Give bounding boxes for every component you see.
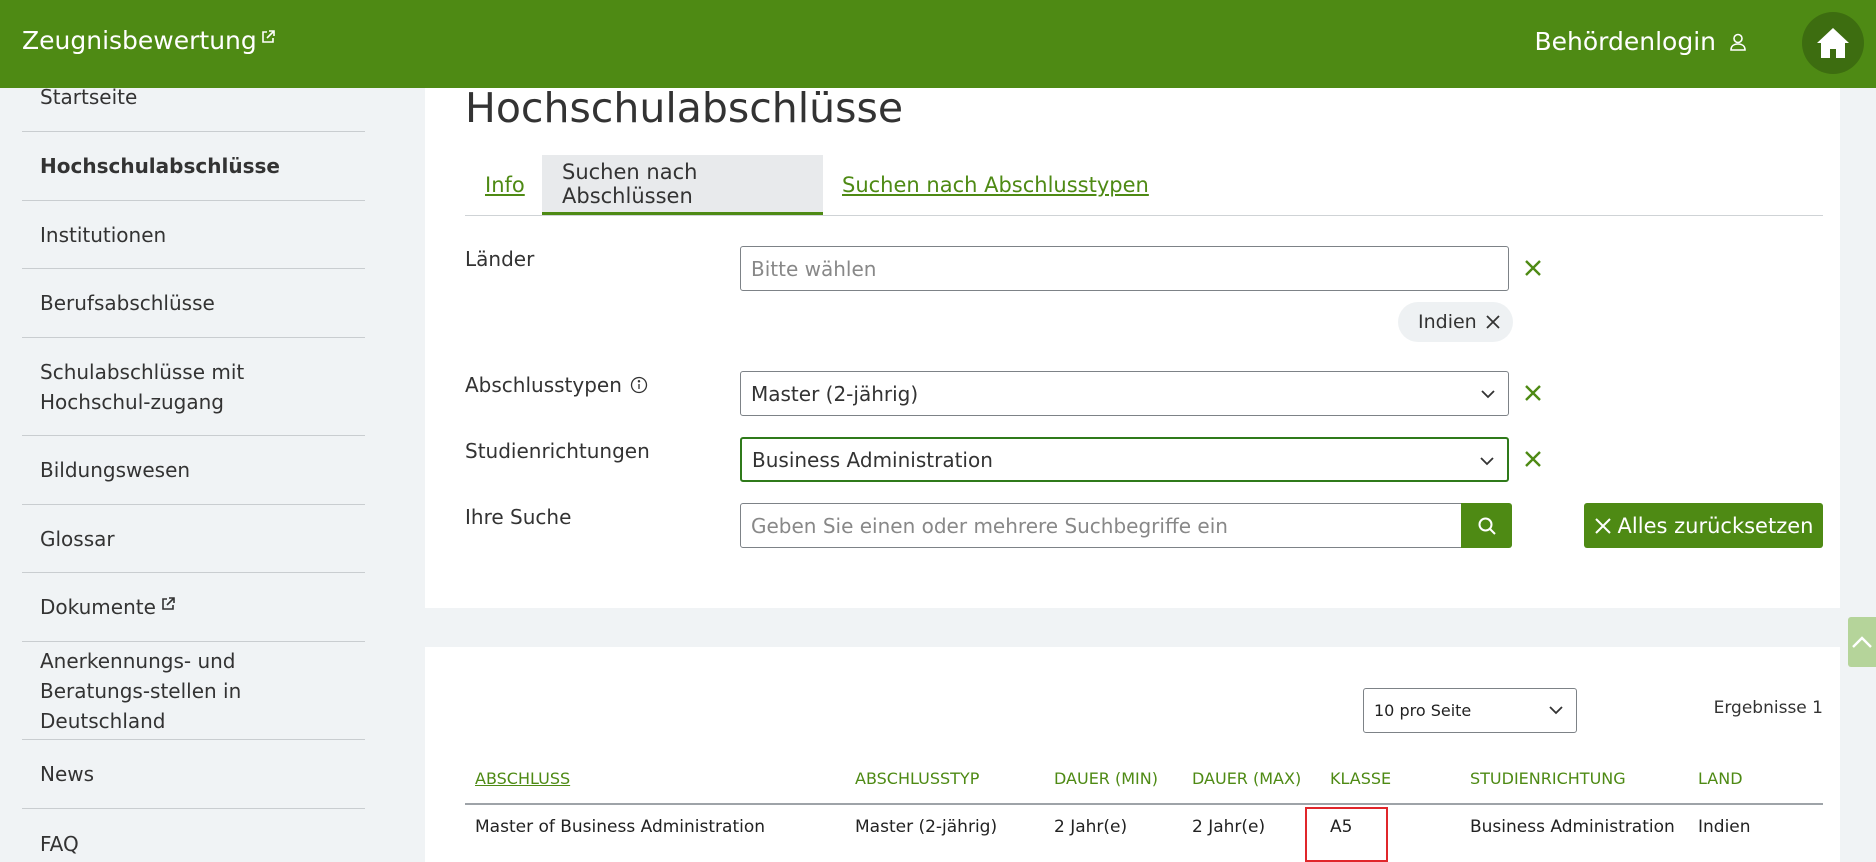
scroll-to-top-button[interactable] [1848,617,1876,667]
degree-types-label: Abschlusstypen [465,373,648,397]
sidebar-item-startseite[interactable]: Startseite [22,88,365,132]
reset-all-label: Alles zurücksetzen [1617,513,1814,538]
chevron-up-icon [1852,636,1872,648]
clear-countries-icon[interactable] [1522,257,1544,279]
home-icon [1817,28,1849,58]
tab-search-degrees[interactable]: Suchen nach Abschlüssen [542,155,823,215]
search-input[interactable]: Geben Sie einen oder mehrere Suchbegriff… [740,503,1463,548]
chevron-down-icon [1480,457,1494,466]
cell-abschluss[interactable]: Master of Business Administration [475,817,765,837]
clear-field-of-study-icon[interactable] [1522,448,1544,470]
user-icon [1730,33,1746,51]
tab-bar: Info Suchen nach Abschlüssen Suchen nach… [465,155,1823,216]
sidebar-list: Startseite Hochschulabschlüsse Instituti… [22,88,365,862]
countries-label: Länder [465,247,534,271]
external-link-icon [261,30,275,43]
sidebar-item-label: Startseite [40,88,138,109]
sidebar-nav: Startseite Hochschulabschlüsse Instituti… [0,88,385,862]
sidebar-item-label: Glossar [40,526,115,551]
sidebar-item-anerkennungsstellen[interactable]: Anerkennungs- und Beratungs-stellen in D… [22,642,365,740]
per-page-select[interactable]: 10 pro Seite [1363,688,1577,733]
chevron-down-icon [1481,390,1495,399]
clear-degree-type-icon[interactable] [1522,382,1544,404]
sidebar-item-label: Bildungswesen [40,458,191,482]
column-header-land: Land [1698,769,1743,788]
klasse-highlight-box [1305,807,1388,862]
degree-type-value: Master (2-jährig) [751,381,919,406]
sidebar-item-bildungswesen[interactable]: Bildungswesen [22,436,365,505]
cell-studienrichtung: Business Administration [1470,817,1675,837]
sidebar-item-institutionen[interactable]: Institutionen [22,201,365,269]
cell-dauer-max: 2 Jahr(e) [1192,817,1266,837]
tab-info[interactable]: Info [485,155,525,215]
fields-of-study-label: Studienrichtungen [465,439,650,463]
reset-all-button[interactable]: Alles zurücksetzen [1584,503,1823,548]
countries-label-text: Länder [465,247,535,271]
cell-dauer-min: 2 Jahr(e) [1054,817,1128,837]
login-label: Behördenlogin [1534,27,1716,56]
degree-type-select[interactable]: Master (2-jährig) [740,371,1509,416]
search-placeholder: Geben Sie einen oder mehrere Suchbegriff… [751,513,1228,538]
search-label: Ihre Suche [465,505,571,529]
sidebar-item-schulabschluesse[interactable]: Schulabschlüsse mit Hochschul-zugang [22,338,365,436]
top-bar: Zeugnisbewertung Behördenlogin [0,0,1876,88]
page-title: Hochschulabschlüsse [465,84,904,132]
results-count: Ergebnisse 1 [1713,698,1823,718]
sidebar-item-berufsabschluesse[interactable]: Berufsabschlüsse [22,269,365,338]
column-header-studienrichtung: Studienrichtung [1470,769,1626,788]
degree-types-label-text: Abschlusstypen [465,373,622,397]
sidebar-item-label: FAQ [40,831,79,856]
column-header-dauer-max: Dauer (max) [1192,769,1302,788]
country-chip: Indien [1398,302,1513,342]
country-chip-label: Indien [1418,311,1477,333]
external-link-icon [162,597,175,610]
per-page-value: 10 pro Seite [1374,701,1472,720]
remove-chip-icon[interactable] [1485,314,1501,330]
sidebar-item-glossar[interactable]: Glossar [22,505,365,573]
authority-login-link[interactable]: Behördenlogin [1534,27,1748,56]
column-header-dauer-min: Dauer (min) [1054,769,1158,788]
brand-label: Zeugnisbewertung [22,26,257,55]
sidebar-item-faq[interactable]: FAQ [22,809,365,862]
table-header-divider [465,803,1823,805]
search-label-text: Ihre Suche [465,505,572,529]
search-button[interactable] [1461,503,1512,548]
home-button[interactable] [1802,12,1864,74]
brand-link[interactable]: Zeugnisbewertung [22,26,275,55]
chevron-down-icon [1549,706,1563,715]
sidebar-item-dokumente[interactable]: Dokumente [22,573,365,642]
search-icon [1478,517,1496,535]
info-icon[interactable] [630,376,648,394]
column-header-abschluss[interactable]: Abschluss [475,769,570,788]
field-of-study-value: Business Administration [752,447,993,472]
column-header-abschlusstyp: Abschlusstyp [855,769,980,788]
sidebar-item-label: Dokumente [40,595,156,619]
countries-placeholder: Bitte wählen [751,256,877,281]
tab-search-degree-types[interactable]: Suchen nach Abschlusstypen [842,155,1149,215]
countries-select[interactable]: Bitte wählen [740,246,1509,291]
sidebar-item-label: News [40,762,95,786]
sidebar-item-label: Anerkennungs- und Beratungs-stellen in D… [40,648,242,733]
sidebar-item-hochschulabschluesse[interactable]: Hochschulabschlüsse [22,132,365,201]
sidebar-item-news[interactable]: News [22,740,365,809]
sidebar-item-label: Hochschulabschlüsse [40,154,280,178]
column-header-klasse: Klasse [1330,769,1392,788]
field-of-study-select[interactable]: Business Administration [740,437,1509,482]
fields-of-study-label-text: Studienrichtungen [465,439,650,463]
close-icon [1594,517,1611,534]
cell-land: Indien [1698,817,1751,837]
cell-abschlusstyp: Master (2-jährig) [855,817,998,837]
sidebar-item-label: Schulabschlüsse mit Hochschul-zugang [40,359,245,414]
sidebar-item-label: Institutionen [40,222,167,247]
sidebar-item-label: Berufsabschlüsse [40,291,215,315]
